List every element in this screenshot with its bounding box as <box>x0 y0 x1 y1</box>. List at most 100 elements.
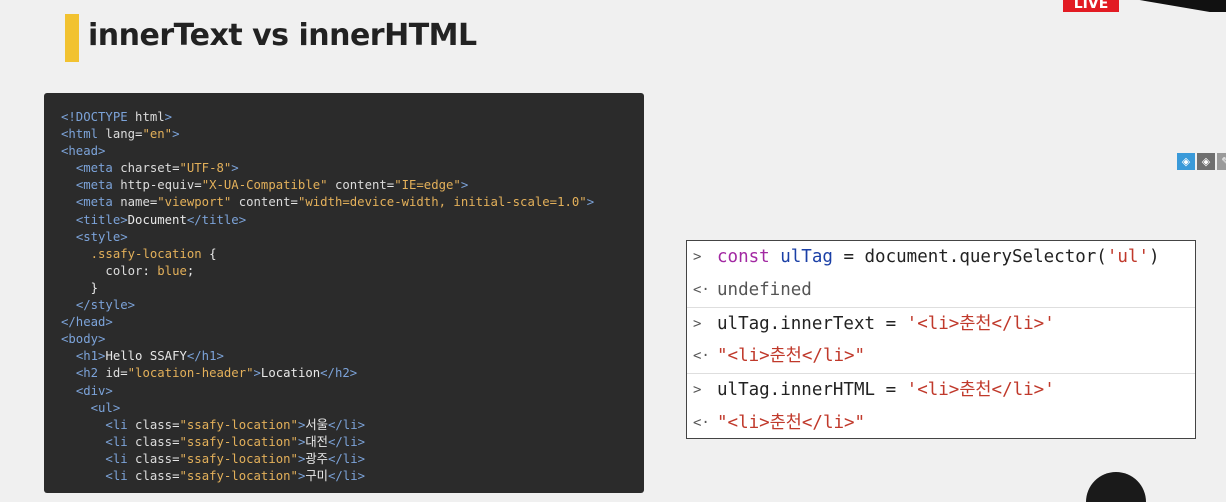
console-token: undefined <box>717 279 812 300</box>
tag-icon[interactable]: ◈ <box>1197 153 1215 170</box>
code-line: <style> <box>61 229 594 246</box>
code-token: </title> <box>186 212 247 227</box>
prompt-chevron-icon: > <box>693 315 702 332</box>
console-token: "<li>춘천</li>" <box>717 412 866 433</box>
code-token: <h2 <box>75 366 106 381</box>
code-token: html <box>135 110 165 124</box>
code-token: "viewport" <box>157 195 232 210</box>
code-line: .ssafy-location { <box>61 246 594 263</box>
code-line: <meta charset="UTF-8"> <box>61 160 594 177</box>
code-line: <li class="ssafy-location">서울</li> <box>61 417 594 434</box>
slide-title: innerText vs innerHTML <box>88 18 477 53</box>
code-token: .ssafy-location <box>90 246 202 261</box>
code-token: "ssafy-location" <box>179 434 298 449</box>
code-line: <li class="ssafy-location">광주</li> <box>61 451 594 468</box>
code-token: } <box>61 280 99 295</box>
code-token: lang <box>105 127 136 142</box>
code-token: color <box>105 263 143 278</box>
code-token: <style> <box>75 229 128 244</box>
console-token: ulTag <box>780 247 833 267</box>
edit-icon[interactable]: ✎ <box>1217 153 1226 170</box>
code-token: blue <box>157 263 187 278</box>
console-token: "<li>춘천</li>" <box>717 346 866 367</box>
code-line: color: blue; <box>61 263 594 280</box>
code-token: 구미 <box>305 468 328 483</box>
code-line: <head> <box>61 143 594 160</box>
prompt-chevron-icon: > <box>693 249 702 265</box>
return-arrow-icon: <· <box>693 414 710 431</box>
console-input-row: > ulTag.innerText = '<li>춘천</li>' <box>687 306 1195 341</box>
console-token: '<li>춘천</li>' <box>906 313 1055 334</box>
console-token: ulTag.innerHTML = <box>717 380 907 401</box>
code-token: "location-header" <box>127 366 254 381</box>
return-arrow-icon: <· <box>693 348 710 365</box>
code-token: = <box>120 366 128 381</box>
code-token: <html <box>61 127 106 142</box>
code-token: </style> <box>75 298 136 313</box>
console-token: 'ul' <box>1106 247 1149 267</box>
code-token: class <box>135 451 173 466</box>
code-token: <div> <box>75 383 113 398</box>
return-arrow-icon: <· <box>693 281 710 298</box>
code-token: = <box>194 178 202 193</box>
code-token: <head> <box>61 144 106 159</box>
code-token: "ssafy-location" <box>179 417 298 432</box>
code-token: </head> <box>61 315 113 330</box>
code-token: class <box>135 417 173 432</box>
corner-decoration <box>1118 0 1226 12</box>
code-line: <li class="ssafy-location">구미</li> <box>61 468 594 485</box>
console-token: ) <box>1149 247 1160 267</box>
code-token: </li> <box>328 468 366 483</box>
code-token: "en" <box>142 127 173 142</box>
console-token: = document.querySelector( <box>832 247 1107 267</box>
console-text: "<li>춘천</li>" <box>717 407 865 439</box>
live-badge: LIVE <box>1063 0 1119 12</box>
code-token: <title> <box>75 212 128 227</box>
code-token: content <box>334 178 387 193</box>
console-input-row: > ulTag.innerHTML = '<li>춘천</li>' <box>687 373 1195 407</box>
code-token: </li> <box>328 434 366 449</box>
code-token: <li <box>105 417 136 432</box>
code-line: <h1>Hello SSAFY</h1> <box>61 348 594 365</box>
code-token: <li <box>105 434 136 449</box>
code-token: <ul> <box>90 400 121 415</box>
code-token: <li <box>105 451 136 466</box>
code-token: "ssafy-location" <box>179 451 298 466</box>
code-token: Document <box>127 212 187 227</box>
code-token: Location <box>260 366 321 381</box>
code-token: </h1> <box>186 349 224 364</box>
code-line: <li class="ssafy-location">대전</li> <box>61 434 594 451</box>
code-token: <!DOCTYPE <box>61 110 136 124</box>
code-token: "UTF-8" <box>179 161 232 176</box>
devtools-console[interactable]: > const ulTag = document.querySelector('u… <box>686 240 1196 439</box>
console-output-row: <· "<li>춘천</li>" <box>687 407 1195 440</box>
code-token: = <box>290 195 298 210</box>
code-token: > <box>164 110 173 124</box>
code-token: : <box>142 263 158 278</box>
code-token: content <box>238 195 291 210</box>
code-line: <meta name="viewport" content="width=dev… <box>61 194 594 211</box>
code-line: <body> <box>61 331 594 348</box>
console-text: "<li>춘천</li>" <box>717 340 865 372</box>
console-input-row: > const ulTag = document.querySelector('u… <box>687 241 1195 274</box>
code-token: > <box>460 178 469 193</box>
tag-icon[interactable]: ◈ <box>1177 153 1195 170</box>
code-token: 광주 <box>305 451 328 466</box>
code-line: <html lang="en"> <box>61 126 594 143</box>
code-token: http-equiv <box>120 178 195 193</box>
code-token: <meta <box>75 195 121 210</box>
console-token: '<li>춘천</li>' <box>906 380 1055 401</box>
code-token: "width=device-width, initial-scale=1.0" <box>297 195 587 210</box>
